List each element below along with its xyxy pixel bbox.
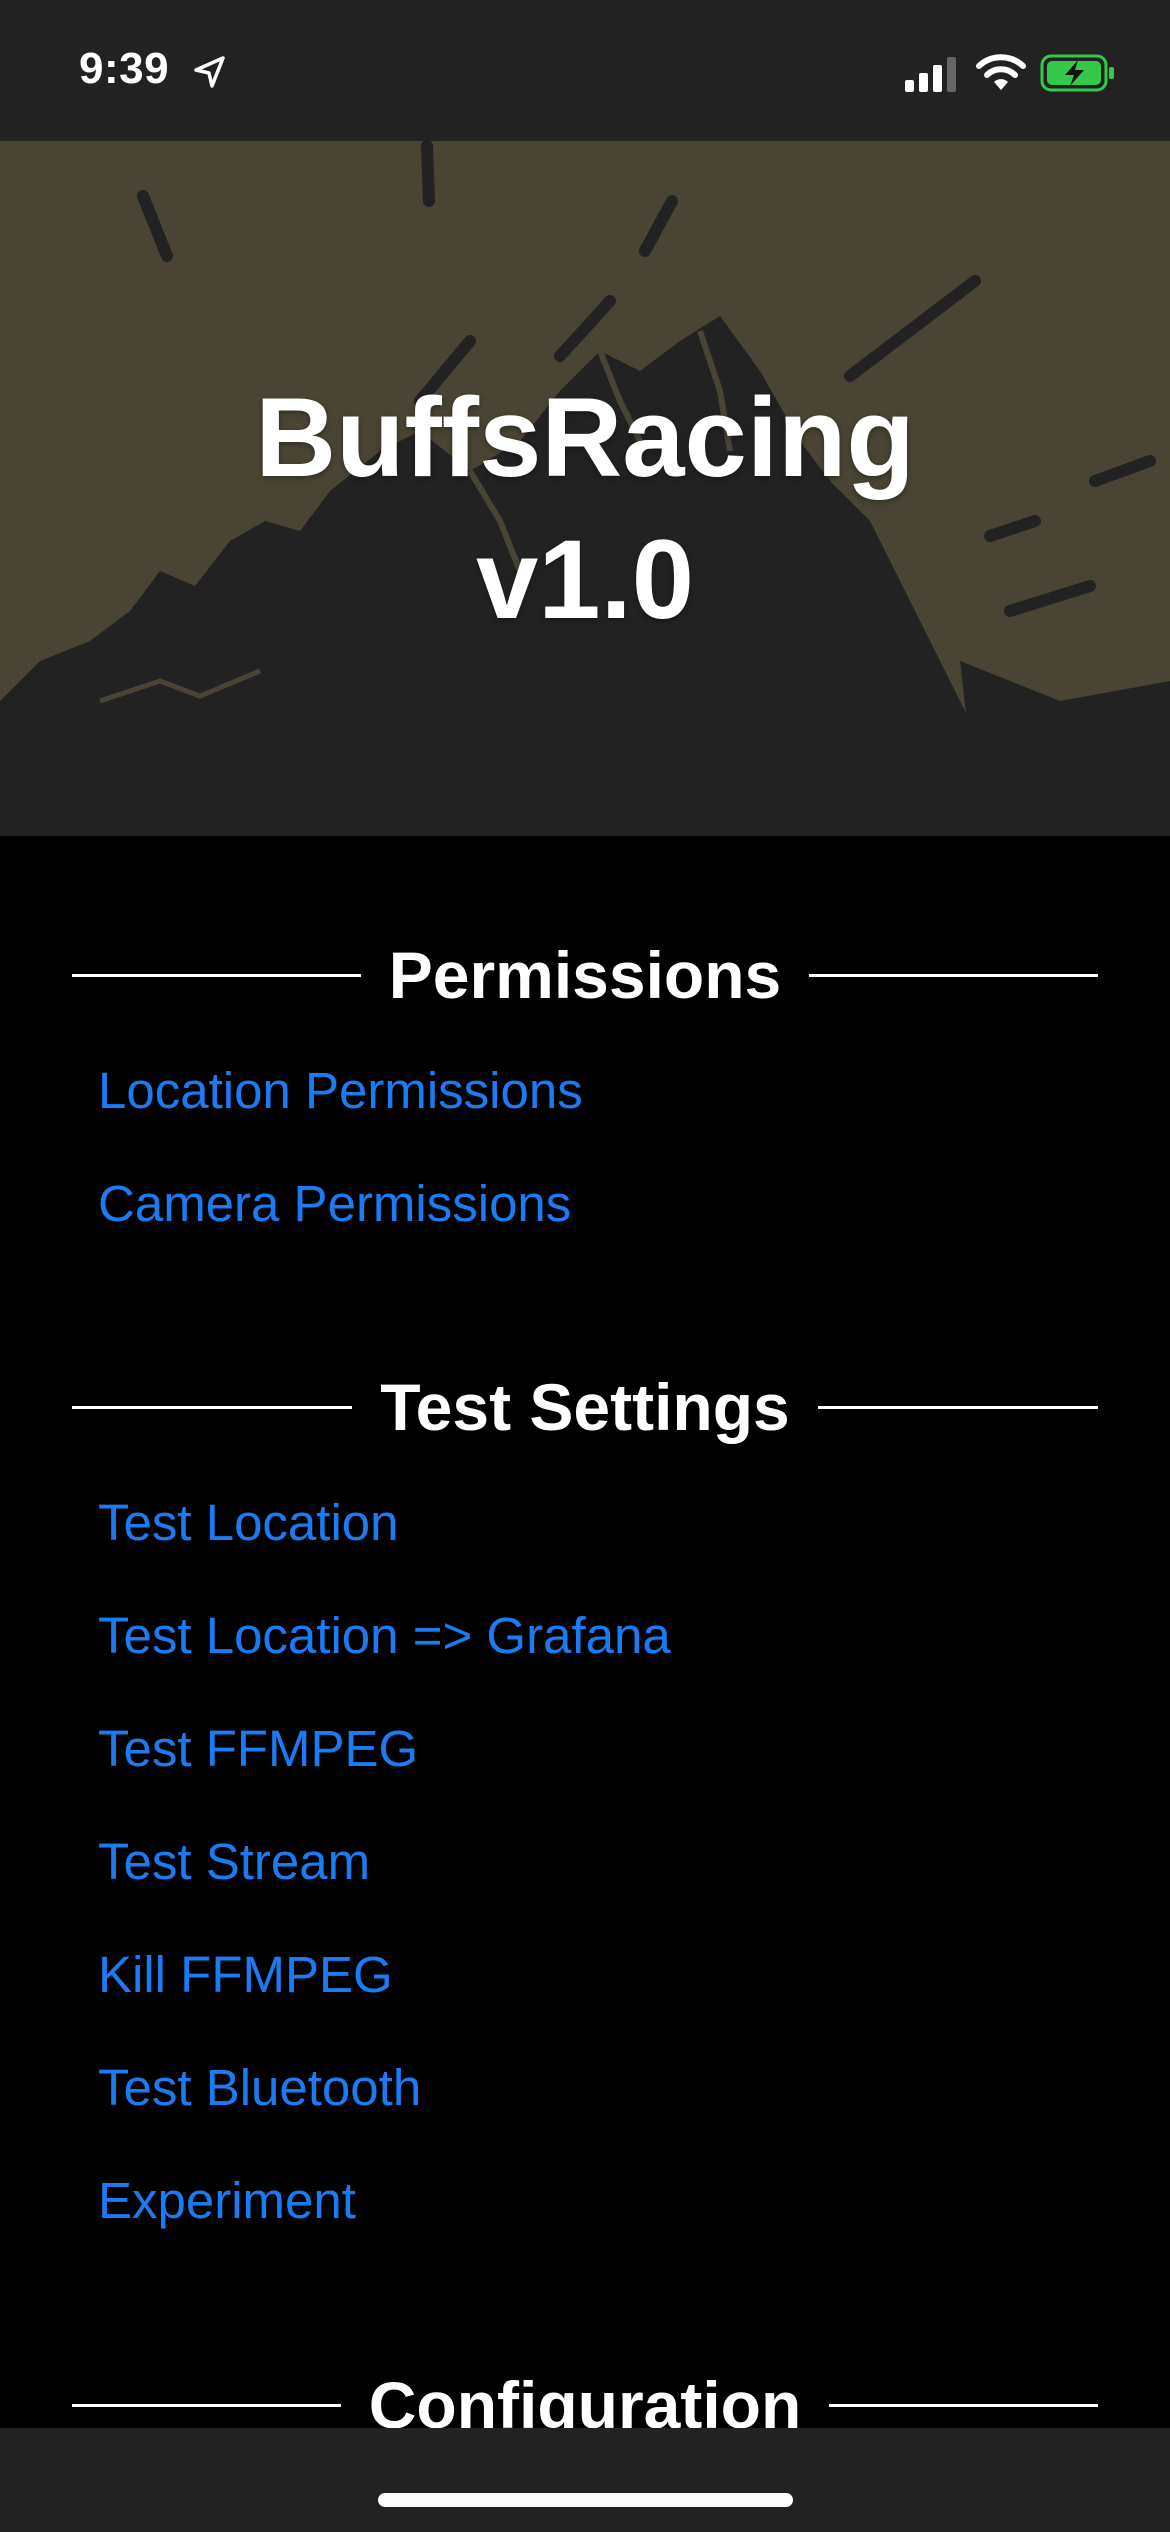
test-ffmpeg-link[interactable]: Test FFMPEG — [98, 1719, 418, 1779]
divider-line — [72, 2403, 341, 2407]
divider-line — [72, 973, 361, 977]
header-banner: BuffsRacing v1.0 — [0, 141, 1170, 836]
app-title-name: BuffsRacing — [255, 374, 915, 500]
status-time: 9:39 — [79, 44, 170, 93]
divider-line — [829, 2403, 1099, 2407]
app-title: BuffsRacing v1.0 — [0, 141, 1170, 836]
divider-line — [817, 1405, 1099, 1409]
section-title-permissions: Permissions — [388, 938, 782, 1012]
section-title-test-settings: Test Settings — [380, 1370, 790, 1444]
camera-permissions-link[interactable]: Camera Permissions — [98, 1174, 571, 1234]
section-header-test-settings: Test Settings — [72, 1362, 1099, 1452]
kill-ffmpeg-link[interactable]: Kill FFMPEG — [98, 1945, 393, 2005]
battery-charging-icon — [1040, 54, 1114, 92]
location-permissions-link[interactable]: Location Permissions — [98, 1061, 583, 1121]
status-bar: 9:39 — [0, 0, 1170, 141]
section-header-permissions: Permissions — [72, 930, 1098, 1020]
home-indicator-area — [0, 2428, 1170, 2532]
divider-line — [72, 1405, 353, 1409]
location-arrow-icon — [194, 56, 225, 88]
test-location-grafana-link[interactable]: Test Location => Grafana — [98, 1606, 671, 1666]
divider-line — [809, 973, 1098, 977]
test-location-link[interactable]: Test Location — [98, 1493, 399, 1553]
wifi-icon — [976, 54, 1026, 90]
home-indicator[interactable] — [378, 2493, 793, 2507]
cellular-signal-icon — [905, 57, 956, 92]
app-title-version: v1.0 — [476, 516, 694, 642]
test-bluetooth-link[interactable]: Test Bluetooth — [98, 2058, 421, 2118]
experiment-link[interactable]: Experiment — [98, 2171, 356, 2231]
test-stream-link[interactable]: Test Stream — [98, 1832, 370, 1892]
